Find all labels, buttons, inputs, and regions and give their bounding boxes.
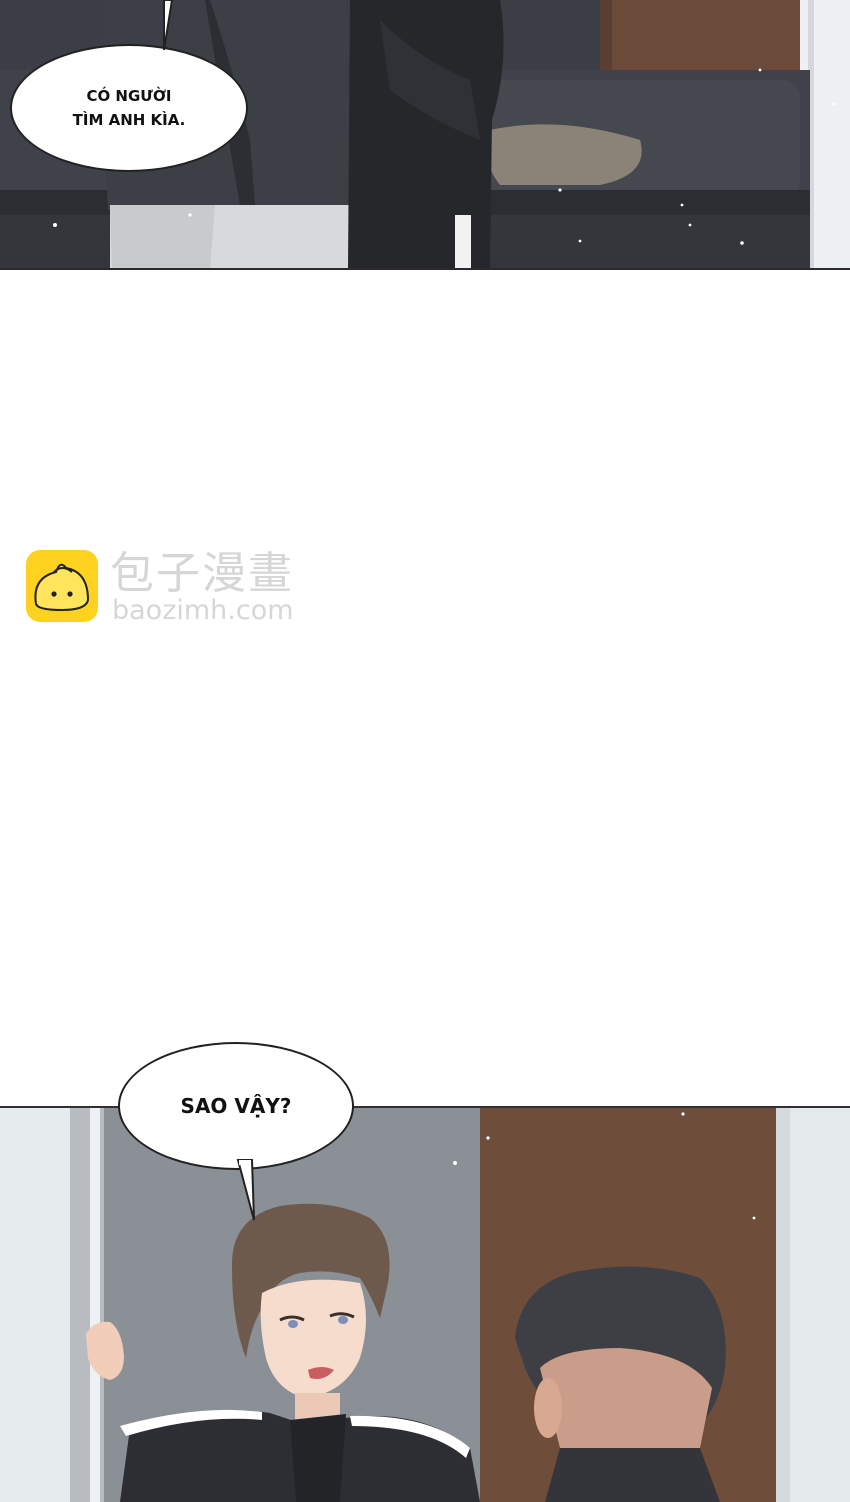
site-watermark: 包子漫畫 baozimh.com: [26, 550, 326, 630]
speech-bubble-tail: [236, 1159, 255, 1221]
bun-mascot-icon: [26, 550, 98, 622]
watermark-domain: baozimh.com: [112, 595, 294, 626]
bubble-text-line-2: TÌM ANH KÌA.: [72, 111, 186, 129]
speech-bubble-someone-looking: CÓ NGƯỜI TÌM ANH KÌA.: [10, 44, 248, 172]
bubble-text-line-1: CÓ NGƯỜI: [86, 87, 172, 105]
bubble-text: SAO VẬY?: [180, 1094, 292, 1118]
comic-panel-bottom: [0, 1106, 850, 1502]
watermark-brand: 包子漫畫: [110, 548, 294, 599]
speech-bubble-what-happened: SAO VẬY?: [118, 1042, 354, 1170]
speech-bubble-tail: [163, 0, 174, 51]
panel-bottom-artwork: [0, 1108, 850, 1502]
